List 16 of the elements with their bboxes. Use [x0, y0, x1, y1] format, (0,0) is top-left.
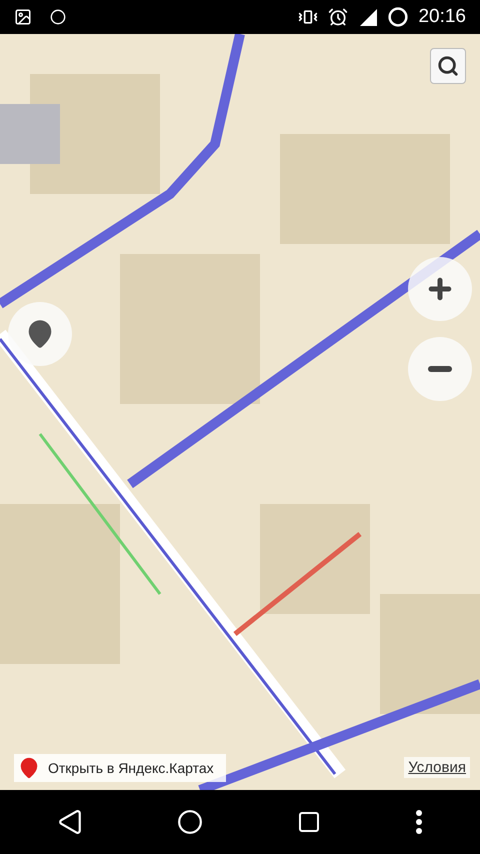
- map-pin-icon: [18, 757, 40, 779]
- open-in-maps-link[interactable]: Открыть в Яндекс.Картах: [14, 754, 226, 782]
- alarm-icon: [328, 7, 348, 27]
- signal-icon: [358, 7, 378, 27]
- more-icon: [415, 809, 423, 835]
- open-in-maps-label: Открыть в Яндекс.Картах: [48, 760, 214, 776]
- recents-icon: [297, 810, 321, 834]
- back-icon: [57, 809, 83, 835]
- image-icon: [14, 8, 32, 26]
- home-icon: [177, 809, 203, 835]
- clock-time: 20:16: [418, 6, 466, 28]
- circle-icon: [388, 7, 408, 27]
- search-button[interactable]: [430, 48, 466, 84]
- terms-link[interactable]: Условия: [404, 757, 470, 778]
- minus-icon: [428, 366, 452, 372]
- search-icon: [437, 55, 459, 77]
